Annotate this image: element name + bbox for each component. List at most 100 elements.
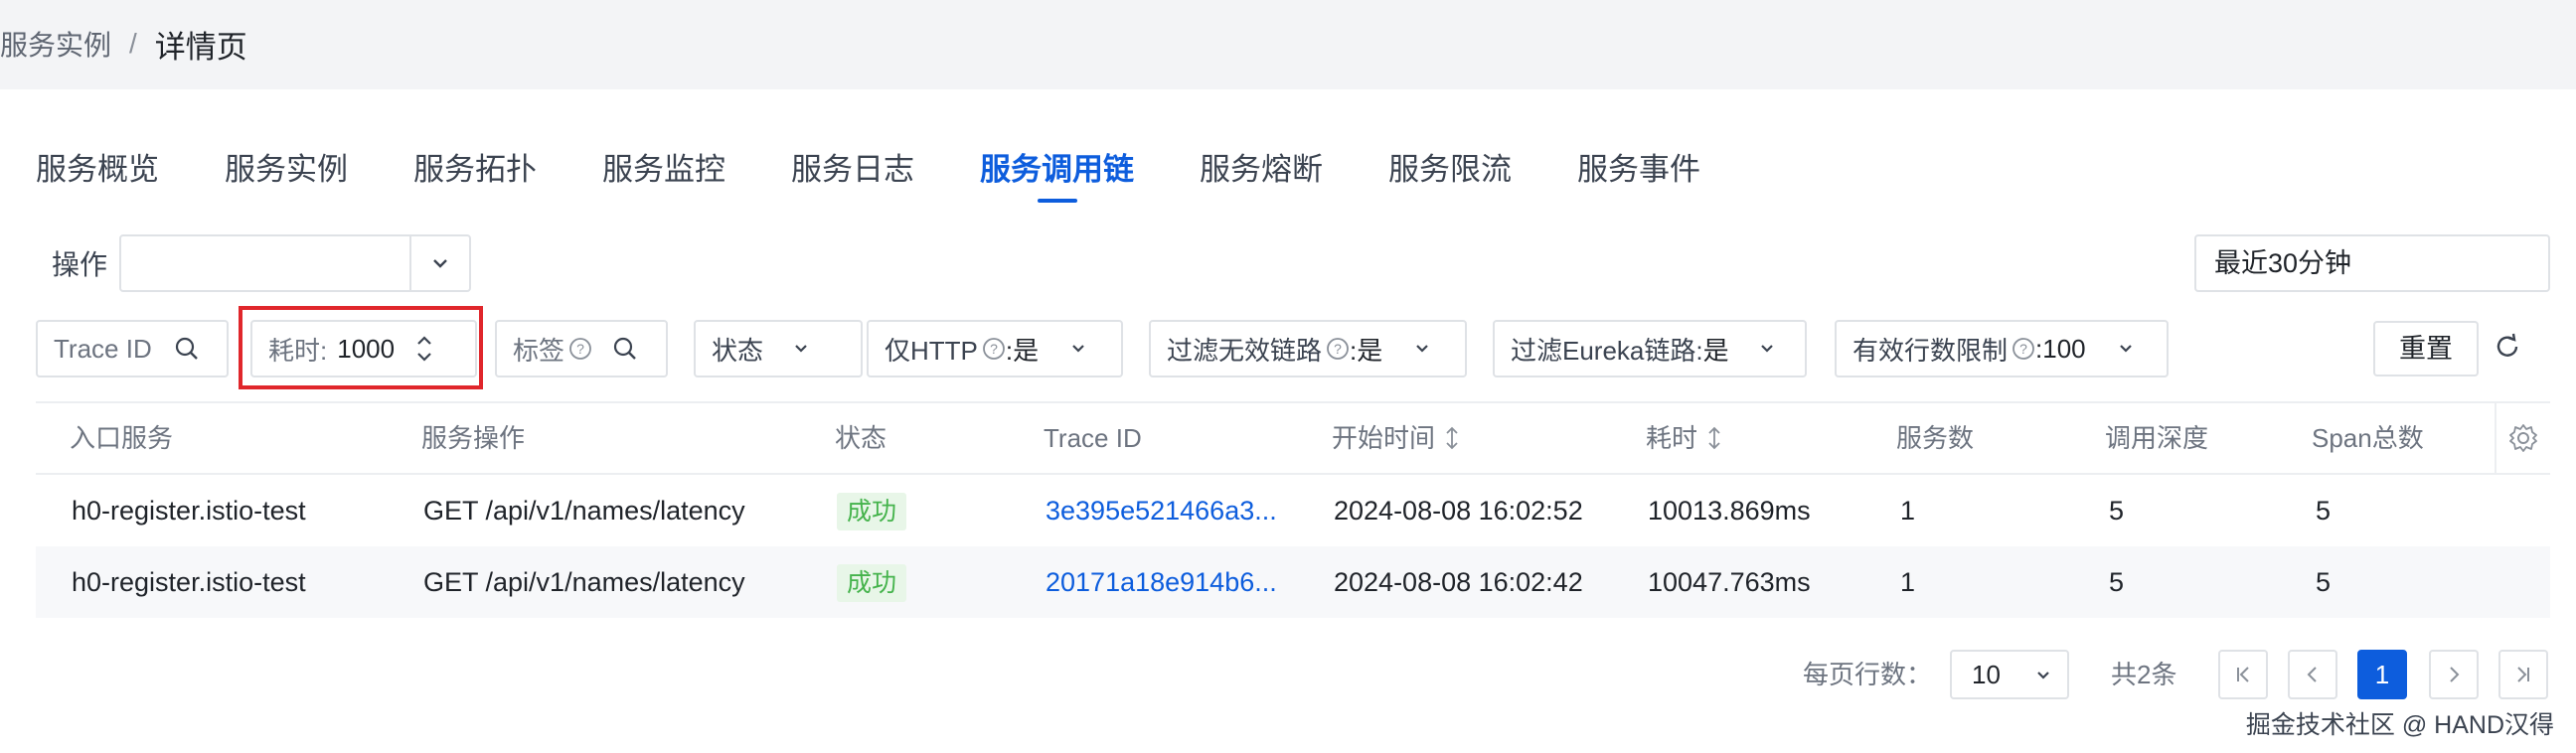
cell-operation: GET /api/v1/names/latency (423, 496, 745, 526)
next-page-button[interactable] (2429, 650, 2479, 699)
http-only-select[interactable]: 仅HTTP ? :是 (867, 320, 1123, 377)
cell-start-time: 2024-08-08 16:02:52 (1334, 496, 1583, 526)
breadcrumb-current: 详情页 (154, 29, 247, 65)
filter-invalid-label: 过滤无效链路 (1167, 335, 1323, 366)
filter-eureka-value: 是 (1702, 335, 1729, 366)
help-icon: ? (569, 338, 591, 360)
status-badge: 成功 (837, 493, 907, 530)
column-settings-button[interactable] (2495, 403, 2550, 473)
prev-page-button[interactable] (2288, 650, 2337, 699)
sort-icon[interactable] (1443, 425, 1461, 451)
chevron-down-icon (2119, 345, 2132, 353)
chevron-down-icon (429, 252, 451, 279)
breadcrumb: 服务实例 / 详情页 (0, 22, 247, 66)
status-badge: 成功 (837, 564, 907, 602)
tab-service-circuit-breaker[interactable]: 服务熔断 (1200, 143, 1323, 203)
total-count: 共2条 (2111, 660, 2177, 689)
svg-text:?: ? (2019, 341, 2027, 357)
filter-invalid-chain-select[interactable]: 过滤无效链路 ? :是 (1149, 320, 1467, 377)
cell-call-depth: 5 (2109, 496, 2125, 526)
sort-icon[interactable] (1705, 425, 1723, 451)
last-page-icon (2517, 667, 2529, 682)
row-limit-select[interactable]: 有效行数限制 ? :100 (1835, 320, 2169, 377)
cell-entry-service: h0-register.istio-test (72, 567, 306, 597)
rows-per-page-value: 10 (1972, 660, 2001, 689)
start-time-header-label: 开始时间 (1332, 423, 1436, 453)
filter-invalid-value: :是 (1350, 335, 1383, 366)
svg-text:?: ? (1334, 341, 1342, 357)
row-limit-value: :100 (2035, 333, 2086, 364)
cell-service-count: 1 (1900, 567, 1916, 597)
tab-service-instances[interactable]: 服务实例 (225, 143, 348, 203)
cell-status: 成功 (837, 546, 907, 618)
cell-duration: 10047.763ms (1648, 567, 1811, 597)
breadcrumb-separator: / (129, 28, 137, 59)
table-row[interactable]: h0-register.istio-test GET /api/v1/names… (36, 475, 2550, 546)
status-select[interactable]: 状态 (694, 320, 863, 377)
chevron-down-icon (1760, 345, 1773, 353)
chevron-left-icon (2307, 667, 2317, 682)
duration-highlight-box (239, 306, 483, 389)
tab-service-call-chain[interactable]: 服务调用链 (980, 143, 1134, 203)
cell-span-count: 5 (2316, 496, 2332, 526)
table-row[interactable]: h0-register.istio-test GET /api/v1/names… (36, 546, 2550, 618)
table-header: 入口服务 服务操作 状态 Trace ID 开始时间 耗时 服务数 调用深度 S… (36, 401, 2550, 475)
filter-eureka-chain-select[interactable]: 过滤Eureka链路: 是 (1493, 320, 1807, 377)
cell-service-count: 1 (1900, 496, 1916, 526)
gear-icon (2509, 424, 2537, 452)
chevron-down-icon (795, 345, 807, 353)
chevron-down-icon (2037, 672, 2049, 679)
first-page-button[interactable] (2218, 650, 2268, 699)
filter-eureka-label: 过滤Eureka链路: (1511, 335, 1703, 366)
time-range-select[interactable]: 最近30分钟 (2194, 234, 2550, 292)
rows-per-page-label: 每页行数： (1803, 660, 1933, 689)
column-header-start-time[interactable]: 开始时间 (1332, 403, 1461, 473)
column-header-operation: 服务操作 (421, 423, 526, 453)
watermark: 掘金技术社区 @ HAND汉得 (2245, 711, 2554, 739)
tab-service-logs[interactable]: 服务日志 (791, 143, 914, 203)
page-1-button[interactable]: 1 (2357, 650, 2407, 699)
tab-service-events[interactable]: 服务事件 (1577, 143, 1700, 203)
column-header-call-depth: 调用深度 (2105, 423, 2209, 453)
tab-service-topology[interactable]: 服务拓扑 (413, 143, 537, 203)
trace-id-placeholder: Trace ID (54, 333, 152, 364)
operation-select[interactable] (119, 234, 471, 292)
trace-id-link[interactable]: 3e395e521466a3... (1046, 475, 1277, 546)
first-page-icon (2237, 667, 2249, 682)
column-header-status: 状态 (835, 423, 887, 453)
duration-header-label: 耗时 (1646, 423, 1698, 453)
help-icon: ? (2012, 338, 2034, 360)
column-header-trace-id: Trace ID (1044, 423, 1142, 453)
breadcrumb-parent-link[interactable]: 服务实例 (0, 24, 111, 64)
tab-service-overview[interactable]: 服务概览 (36, 143, 159, 203)
refresh-icon[interactable] (2493, 332, 2522, 367)
cell-entry-service: h0-register.istio-test (72, 496, 306, 526)
chevron-down-icon (1072, 345, 1084, 353)
cell-span-count: 5 (2316, 567, 2332, 597)
rows-per-page-select[interactable]: 10 (1950, 650, 2069, 699)
help-icon: ? (1327, 338, 1349, 360)
row-limit-label: 有效行数限制 (1852, 335, 2009, 366)
search-icon (613, 337, 636, 360)
tab-service-monitoring[interactable]: 服务监控 (602, 143, 725, 203)
svg-text:?: ? (576, 341, 584, 357)
column-header-span-count: Span总数 (2312, 423, 2424, 453)
last-page-button[interactable] (2498, 650, 2548, 699)
trace-id-search-input[interactable]: Trace ID (36, 320, 229, 377)
cell-operation: GET /api/v1/names/latency (423, 567, 745, 597)
trace-id-link[interactable]: 20171a18e914b6... (1046, 546, 1277, 618)
operation-label: 操作 (52, 249, 108, 280)
tag-search-input[interactable]: 标签 ? (495, 320, 668, 377)
http-only-label: 仅HTTP (885, 335, 978, 366)
cell-call-depth: 5 (2109, 567, 2125, 597)
column-header-duration[interactable]: 耗时 (1646, 403, 1723, 473)
status-select-label: 状态 (712, 335, 764, 366)
tag-placeholder: 标签 (513, 335, 565, 366)
chevron-down-icon (1416, 345, 1429, 353)
help-icon: ? (982, 338, 1005, 360)
tab-service-rate-limit[interactable]: 服务限流 (1388, 143, 1512, 203)
reset-button[interactable]: 重置 (2373, 321, 2479, 376)
cell-status: 成功 (837, 475, 907, 546)
column-header-service-count: 服务数 (1896, 423, 1975, 453)
operation-select-divider (409, 236, 411, 290)
